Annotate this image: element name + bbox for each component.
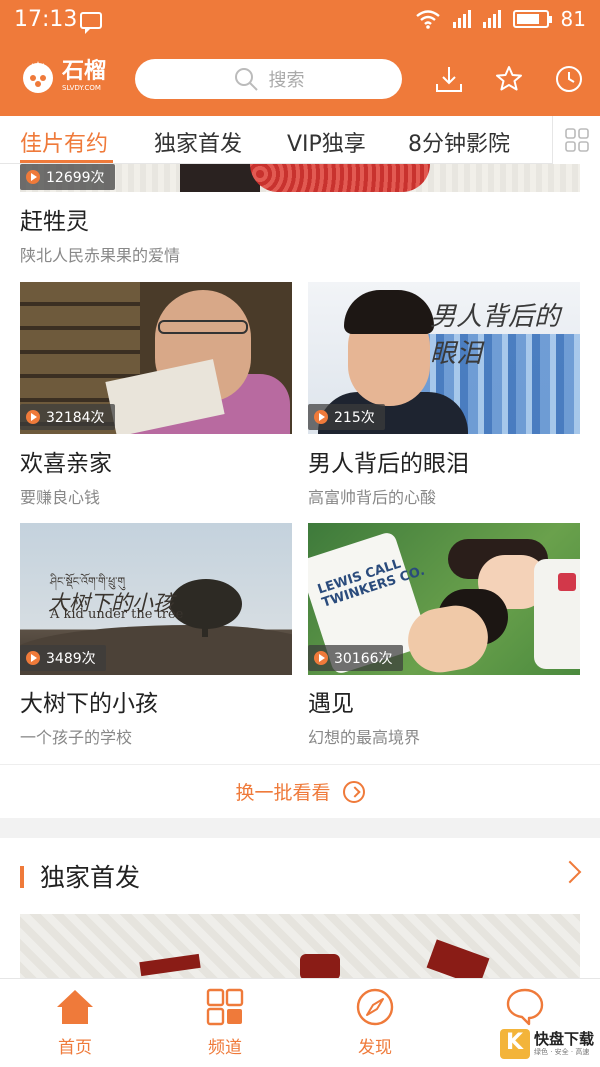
video-title[interactable]: 男人背后的眼泪 [308,444,469,478]
view-count: 3489次 [46,651,96,667]
poster-title-en: A kid under the tree [50,607,184,622]
search-placeholder: 搜索 [268,70,305,91]
nav-profile[interactable] [475,987,575,1033]
nav-label: 频道 [208,1038,242,1058]
tab-8min[interactable]: 8分钟影院 [408,126,510,158]
nav-discover[interactable]: 发现 [325,987,425,1058]
section-banner[interactable] [20,914,580,984]
refresh-batch-button[interactable]: 换一批看看 [0,764,600,818]
poster-title: 男人背后的眼泪 [430,302,561,369]
video-title[interactable]: 遇见 [308,684,354,718]
play-icon [26,410,40,424]
nav-label: 首页 [58,1038,92,1058]
wifi-icon [415,10,440,29]
tab-menu-button[interactable] [552,116,600,164]
battery-fill [516,14,540,24]
app-header: 石榴 SLVDY.COM 搜索 [0,42,600,116]
video-subtitle: 一个孩子的学校 [20,728,133,747]
video-subtitle: 要赚良心钱 [20,488,101,507]
section-title: 独家首发 [40,863,141,892]
section-accent-bar [20,866,24,888]
logo-text: 石榴 [62,58,107,84]
refresh-icon [342,780,365,803]
category-tabs: 佳片有约 独家首发 VIP独享 8分钟影院 [0,116,600,164]
pomegranate-logo-icon [23,61,53,93]
message-icon [80,12,102,34]
active-tab-indicator [20,160,113,163]
signal-4g-icon [482,10,501,28]
watermark-text: 快盘下载 [533,1030,594,1048]
play-icon [26,170,40,184]
status-time: 17:13 [14,7,78,32]
video-subtitle: 陕北人民赤果果的爱情 [20,246,181,265]
content-feed: 12699次 赶牲灵 陕北人民赤果果的爱情 32184次 欢喜亲家 要赚良心钱 … [0,164,600,818]
star-icon [496,66,522,91]
watermark-sub: 绿色 · 安全 · 高速 [533,1048,590,1056]
refresh-label: 换一批看看 [235,782,331,804]
status-indicators: 81 [415,7,586,31]
view-count: 30166次 [334,651,393,667]
tab-jiapian[interactable]: 佳片有约 [20,126,108,158]
video-title[interactable]: 大树下的小孩 [20,684,158,718]
signal-icon [452,10,471,28]
video-subtitle: 高富帅背后的心酸 [308,488,437,507]
home-icon [57,990,93,1024]
view-count-badge: 30166次 [308,645,403,671]
bottom-navigation: 首页 频道 发现 快盘下载绿色 · 安全 · 高速 [0,978,600,1067]
app-logo[interactable]: 石榴 SLVDY.COM [18,56,106,96]
view-count-badge: 32184次 [20,404,115,430]
battery-percent: 81 [560,7,586,31]
history-button[interactable] [554,64,584,94]
play-icon [314,410,328,424]
compass-icon [356,988,394,1026]
nav-home[interactable]: 首页 [25,987,125,1058]
favorite-button[interactable] [494,64,524,94]
play-icon [314,651,328,665]
status-bar: 17:13 81 [0,0,600,42]
k-logo-icon [499,1029,530,1059]
download-button[interactable] [434,64,464,94]
view-count-badge: 215次 [308,404,385,430]
battery-icon [512,10,552,28]
chat-icon [506,988,544,1026]
tab-vip[interactable]: VIP独享 [287,126,366,158]
view-count: 215次 [334,410,375,426]
grid-icon [564,128,589,152]
watermark-logo: 快盘下载绿色 · 安全 · 高速 [499,1029,594,1059]
exclusive-section: 独家首发 [0,838,600,984]
tab-dujia[interactable]: 独家首发 [154,126,242,158]
search-input[interactable]: 搜索 [135,59,402,99]
nav-channel[interactable]: 频道 [175,987,275,1058]
nav-label: 发现 [358,1038,392,1058]
search-icon [234,68,258,91]
view-count: 12699次 [46,170,105,186]
video-subtitle: 幻想的最高境界 [308,728,421,747]
chevron-right-icon[interactable] [558,860,582,884]
logo-sub: SLVDY.COM [62,83,101,92]
play-icon [26,651,40,665]
grid-icon [206,988,244,1026]
view-count-badge: 12699次 [20,164,115,190]
video-title[interactable]: 欢喜亲家 [20,444,112,478]
clock-icon [556,66,582,92]
video-title[interactable]: 赶牲灵 [20,202,89,236]
download-icon [436,67,462,92]
view-count: 32184次 [46,410,105,426]
view-count-badge: 3489次 [20,645,106,671]
